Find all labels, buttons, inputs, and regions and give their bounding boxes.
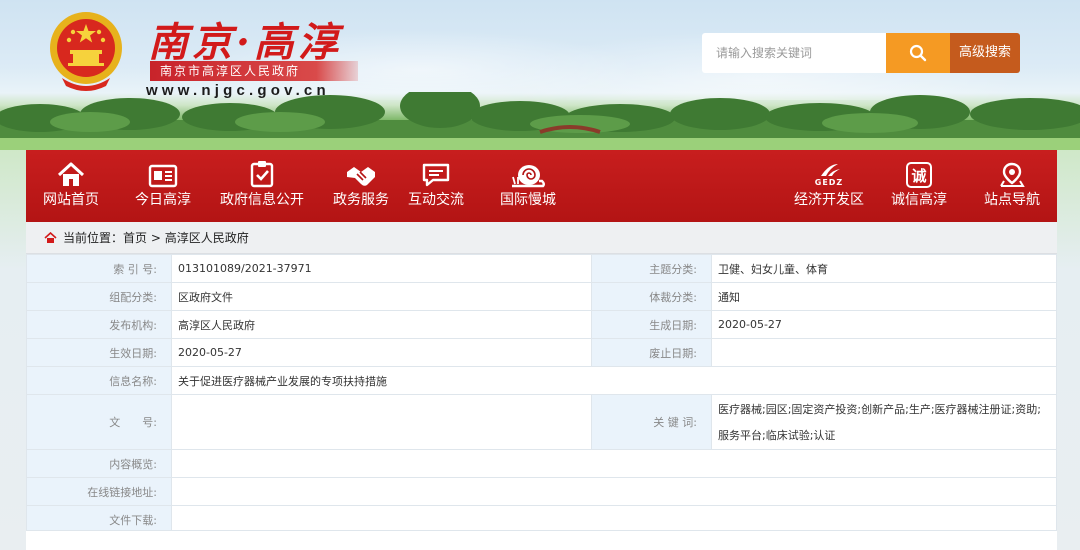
document-info-table: 索 引 号: 013101089/2021-37971 主题分类: 卫健、妇女儿… (26, 254, 1057, 534)
nav-label: 今日高淳 (135, 192, 191, 208)
topic-label: 主题分类: (591, 254, 712, 283)
genre-label: 体裁分类: (591, 282, 712, 311)
handshake-icon (347, 167, 375, 186)
table-row: 索 引 号: 013101089/2021-37971 主题分类: 卫健、妇女儿… (26, 254, 1057, 283)
info-name-value: 关于促进医疗器械产业发展的专项扶持措施 (171, 366, 1057, 395)
table-row: 信息名称: 关于促进医疗器械产业发展的专项扶持措施 (26, 366, 1057, 395)
nav-label: 互动交流 (408, 192, 464, 208)
nav-label: 诚信高淳 (891, 192, 947, 208)
newspaper-icon (148, 164, 178, 188)
page-side-left (0, 150, 26, 550)
doc-no-value (171, 394, 592, 450)
index-no-label: 索 引 号: (26, 254, 172, 283)
breadcrumb-path[interactable]: 首页 > 高淳区人民政府 (123, 222, 249, 254)
search-button[interactable] (886, 33, 950, 73)
doc-no-label: 文 号: (26, 394, 172, 450)
lake-water (0, 138, 1080, 150)
national-emblem-icon (50, 12, 122, 91)
header-banner: 南京·高淳 南京市高淳区人民政府 www.njgc.gov.cn 高级搜索 (0, 0, 1080, 150)
site-title: 南京·高淳 (148, 19, 342, 66)
created-label: 生成日期: (591, 310, 712, 339)
main-nav: 网站首页 今日高淳 政府信息公开 政务服务 互动交流 国际慢城 GEDZ 经济开… (26, 150, 1057, 222)
nav-item-today[interactable]: 今日高淳 (118, 150, 208, 222)
table-row: 发布机构: 高淳区人民政府 生成日期: 2020-05-27 (26, 310, 1057, 339)
nav-label: 国际慢城 (500, 192, 556, 208)
page-side-right (1057, 150, 1080, 550)
content-bottom (26, 530, 1057, 550)
publisher-label: 发布机构: (26, 310, 172, 339)
nav-item-gov-info[interactable]: 政府信息公开 (206, 150, 318, 222)
nav-item-interaction[interactable]: 互动交流 (391, 150, 481, 222)
created-value: 2020-05-27 (711, 310, 1057, 339)
search-bar: 高级搜索 (702, 33, 1020, 73)
topic-value: 卫健、妇女儿童、体育 (711, 254, 1057, 283)
publisher-value: 高淳区人民政府 (171, 310, 592, 339)
integrity-badge-text: 诚 (911, 166, 927, 185)
search-input[interactable] (702, 33, 886, 73)
org-class-value: 区政府文件 (171, 282, 592, 311)
table-row: 生效日期: 2020-05-27 废止日期: (26, 338, 1057, 367)
site-subtitle: 南京市高淳区人民政府 (150, 61, 358, 81)
site-url: www.njgc.gov.cn (146, 82, 330, 99)
effective-value: 2020-05-27 (171, 338, 592, 367)
nav-label: 经济开发区 (794, 192, 864, 208)
snail-icon (512, 165, 545, 188)
search-icon (909, 44, 927, 62)
tree-line-scenery (0, 92, 1080, 142)
nav-item-slow-city[interactable]: 国际慢城 (483, 150, 573, 222)
effective-label: 生效日期: (26, 338, 172, 367)
home-icon (44, 232, 57, 243)
keywords-label: 关 键 词: (591, 394, 712, 450)
location-pin-icon (1000, 162, 1025, 187)
table-row: 组配分类: 区政府文件 体裁分类: 通知 (26, 282, 1057, 311)
info-name-label: 信息名称: (26, 366, 172, 395)
nav-item-dev-zone[interactable]: GEDZ 经济开发区 (784, 150, 874, 222)
table-row: 内容概览: (26, 449, 1057, 478)
nav-label: 网站首页 (43, 192, 99, 208)
home-icon (57, 162, 85, 186)
abolished-value (711, 338, 1057, 367)
online-link-label: 在线链接地址: (26, 477, 172, 506)
breadcrumb-prefix: 当前位置： (63, 230, 124, 245)
nav-label: 政府信息公开 (220, 192, 304, 208)
keywords-value: 医疗器械;园区;固定资产投资;创新产品;生产;医疗器械注册证;资助;服务平台;临… (711, 394, 1057, 450)
breadcrumb: 当前位置： 首页 > 高淳区人民政府 (26, 222, 1057, 254)
chat-icon (422, 163, 450, 187)
org-class-label: 组配分类: (26, 282, 172, 311)
nav-item-integrity[interactable]: 诚 诚信高淳 (874, 150, 964, 222)
advanced-search-button[interactable]: 高级搜索 (950, 33, 1020, 73)
abolished-label: 废止日期: (591, 338, 712, 367)
index-no-value: 013101089/2021-37971 (171, 254, 592, 283)
summary-value (171, 449, 1057, 478)
genre-value: 通知 (711, 282, 1057, 311)
gedz-logo-text: GEDZ (814, 178, 844, 187)
gedz-logo-icon (821, 164, 840, 176)
clipboard-check-icon (250, 161, 274, 188)
summary-label: 内容概览: (26, 449, 172, 478)
nav-item-home[interactable]: 网站首页 (26, 150, 116, 222)
online-link-value[interactable] (171, 477, 1057, 506)
nav-item-site-map[interactable]: 站点导航 (967, 150, 1057, 222)
table-row: 在线链接地址: (26, 477, 1057, 506)
table-row: 文 号: 关 键 词: 医疗器械;园区;固定资产投资;创新产品;生产;医疗器械注… (26, 394, 1057, 450)
nav-label: 站点导航 (984, 192, 1040, 208)
integrity-badge-icon: 诚 (906, 162, 932, 188)
